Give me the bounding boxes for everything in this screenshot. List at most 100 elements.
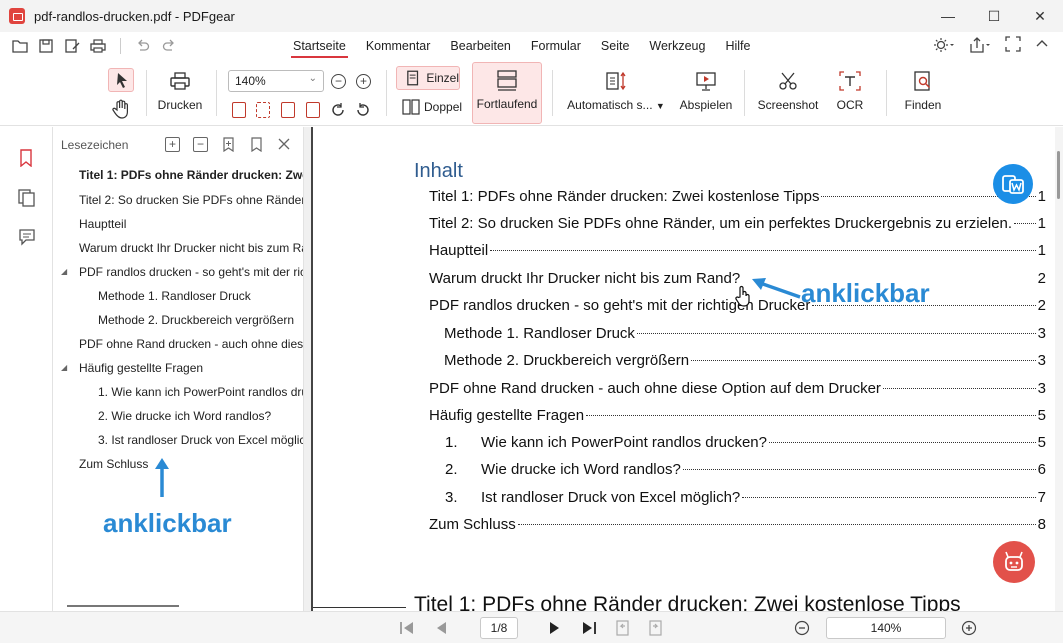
save-as-icon[interactable] [62, 36, 82, 56]
close-button[interactable]: ✕ [1017, 0, 1063, 32]
left-arrow-icon [752, 278, 801, 299]
toc-entry[interactable]: Titel 2: So drucken Sie PDFs ohne Ränder… [429, 215, 1046, 237]
find-label: Finden [904, 98, 942, 112]
collapse-all-icon[interactable]: − [193, 137, 208, 152]
auto-scroll-button[interactable]: Automatisch s... ▼ [566, 70, 666, 112]
status-zoom-in-button[interactable] [960, 619, 978, 637]
redo-icon[interactable] [159, 36, 179, 56]
maximize-button[interactable]: ☐ [971, 0, 1017, 32]
menu-hilfe[interactable]: Hilfe [715, 32, 760, 60]
toc-entry[interactable]: Methode 2. Druckbereich vergrößern 3 [429, 352, 1046, 374]
share-icon[interactable] [969, 36, 991, 59]
menu-bearbeiten[interactable]: Bearbeiten [440, 32, 520, 60]
continuous-label: Fortlaufend [476, 97, 538, 111]
toc-entry[interactable]: Hauptteil 1 [429, 242, 1046, 264]
menu-startseite[interactable]: Startseite [283, 32, 356, 60]
status-zoom-out-button[interactable] [793, 619, 811, 637]
toc-entry[interactable]: Methode 1. Randloser Druck 3 [429, 325, 1046, 347]
status-zoom-value[interactable]: 140% [826, 617, 946, 639]
panel-splitter[interactable] [304, 127, 313, 611]
bookmark-item[interactable]: Titel 2: So drucken Sie PDFs ohne Ränder… [79, 193, 303, 207]
single-page-button[interactable]: Einzel [396, 66, 460, 90]
menu-right-tools [933, 36, 1049, 59]
bookmark-item[interactable]: Hauptteil [79, 217, 126, 231]
convert-to-word-button[interactable] [993, 164, 1033, 204]
bookmark-item[interactable]: Titel 1: PDFs ohne Ränder drucken: Zwei … [79, 168, 303, 182]
bookmark-item[interactable]: Methode 1. Randloser Druck [98, 289, 251, 303]
previous-page-icon[interactable] [432, 619, 450, 637]
page-number-input[interactable]: 1/8 [480, 617, 518, 639]
screenshot-button[interactable]: Screenshot [755, 70, 821, 112]
print-quick-icon[interactable] [88, 36, 108, 56]
bookmark-item[interactable]: Zum Schluss [79, 457, 148, 471]
bookmark-item[interactable]: Methode 2. Druckbereich vergrößern [98, 313, 294, 327]
menu-formular[interactable]: Formular [521, 32, 591, 60]
toolbar-separator [552, 70, 553, 116]
hand-tool-icon[interactable] [110, 98, 134, 120]
expand-all-icon[interactable]: + [165, 137, 180, 152]
fullscreen-icon[interactable] [1005, 36, 1021, 59]
menu-werkzeug[interactable]: Werkzeug [639, 32, 715, 60]
rotate-counterclockwise-icon[interactable] [355, 102, 371, 123]
document-vertical-scrollbar[interactable] [1055, 127, 1063, 611]
next-page-icon[interactable] [546, 619, 564, 637]
toc-entry[interactable]: PDF ohne Rand drucken - auch ohne diese … [429, 380, 1046, 402]
select-tool-button[interactable] [108, 68, 134, 92]
toc-entry[interactable]: 3. Ist randloser Druck von Excel möglich?… [429, 489, 1046, 511]
open-folder-icon[interactable] [10, 36, 30, 56]
toc-entry[interactable]: 1. Wie kann ich PowerPoint randlos drucke… [429, 434, 1046, 456]
rotate-clockwise-icon[interactable] [330, 102, 346, 123]
panel-horizontal-scrollbar[interactable] [67, 605, 179, 607]
zoom-in-button[interactable]: + [356, 74, 371, 89]
bookmark-panel-icon[interactable] [18, 149, 34, 168]
toc-entry[interactable]: Zum Schluss 8 [429, 516, 1046, 538]
toc-entry[interactable]: Titel 1: PDFs ohne Ränder drucken: Zwei … [429, 188, 1046, 210]
fit-page-icon[interactable] [256, 102, 270, 118]
bookmark-item[interactable]: 2. Wie drucke ich Word randlos? [98, 409, 271, 423]
menu-seite[interactable]: Seite [591, 32, 640, 60]
expand-triangle-icon[interactable]: ◢ [61, 363, 67, 372]
print-label: Drucken [157, 98, 203, 112]
double-page-button[interactable]: Doppel [402, 98, 462, 116]
menu-kommentar[interactable]: Kommentar [356, 32, 441, 60]
toc-entry[interactable]: Häufig gestellte Fragen 5 [429, 407, 1046, 429]
fit-height-icon[interactable] [306, 102, 320, 118]
actual-size-icon[interactable] [232, 102, 246, 118]
print-button[interactable]: Drucken [156, 70, 204, 112]
bookmark-item[interactable]: PDF randlos drucken - so geht's mit der … [79, 265, 303, 279]
bookmark-panel-title: Lesezeichen [61, 138, 129, 152]
theme-toggle-icon[interactable] [933, 36, 955, 59]
collapse-ribbon-icon[interactable] [1035, 36, 1049, 59]
continuous-button[interactable]: Fortlaufend [472, 62, 542, 124]
bookmark-item[interactable]: PDF ohne Rand drucken - auch ohne diese … [79, 337, 303, 351]
toc-entry[interactable]: 2. Wie drucke ich Word randlos? 6 [429, 461, 1046, 483]
ai-assistant-button[interactable] [993, 541, 1035, 583]
last-page-icon[interactable] [580, 619, 598, 637]
bookmark-item[interactable]: Häufig gestellte Fragen [79, 361, 203, 375]
fit-width-icon[interactable] [281, 102, 295, 118]
bookmark-panel: Lesezeichen + − Titel 1: PDFs ohne Rände… [54, 127, 304, 611]
thumbnails-icon[interactable] [18, 189, 35, 207]
zoom-out-button[interactable]: − [331, 74, 346, 89]
app-logo-icon [9, 8, 25, 24]
bookmark-item[interactable]: 3. Ist randloser Druck von Excel möglich… [98, 433, 303, 447]
expand-triangle-icon[interactable]: ◢ [61, 267, 67, 276]
close-panel-icon[interactable] [277, 137, 291, 157]
bookmark-item[interactable]: Warum druckt Ihr Drucker nicht bis zum R… [79, 241, 303, 255]
previous-view-icon[interactable] [614, 619, 632, 637]
ocr-button[interactable]: OCR [832, 70, 868, 112]
bookmark-icon[interactable] [249, 137, 264, 157]
comments-icon[interactable] [18, 228, 35, 246]
next-view-icon[interactable] [647, 619, 665, 637]
zoom-select[interactable]: 140% ⌄ [228, 70, 324, 92]
first-page-icon[interactable] [398, 619, 416, 637]
play-button[interactable]: Abspielen [676, 70, 736, 112]
minimize-button[interactable]: — [925, 0, 971, 32]
annotation-label: anklickbar [801, 278, 930, 308]
presentation-icon [696, 72, 716, 91]
add-bookmark-icon[interactable] [221, 137, 236, 157]
find-button[interactable]: Finden [900, 70, 946, 112]
save-icon[interactable] [36, 36, 56, 56]
undo-icon[interactable] [133, 36, 153, 56]
bookmark-item[interactable]: 1. Wie kann ich PowerPoint randlos druck… [98, 385, 303, 399]
